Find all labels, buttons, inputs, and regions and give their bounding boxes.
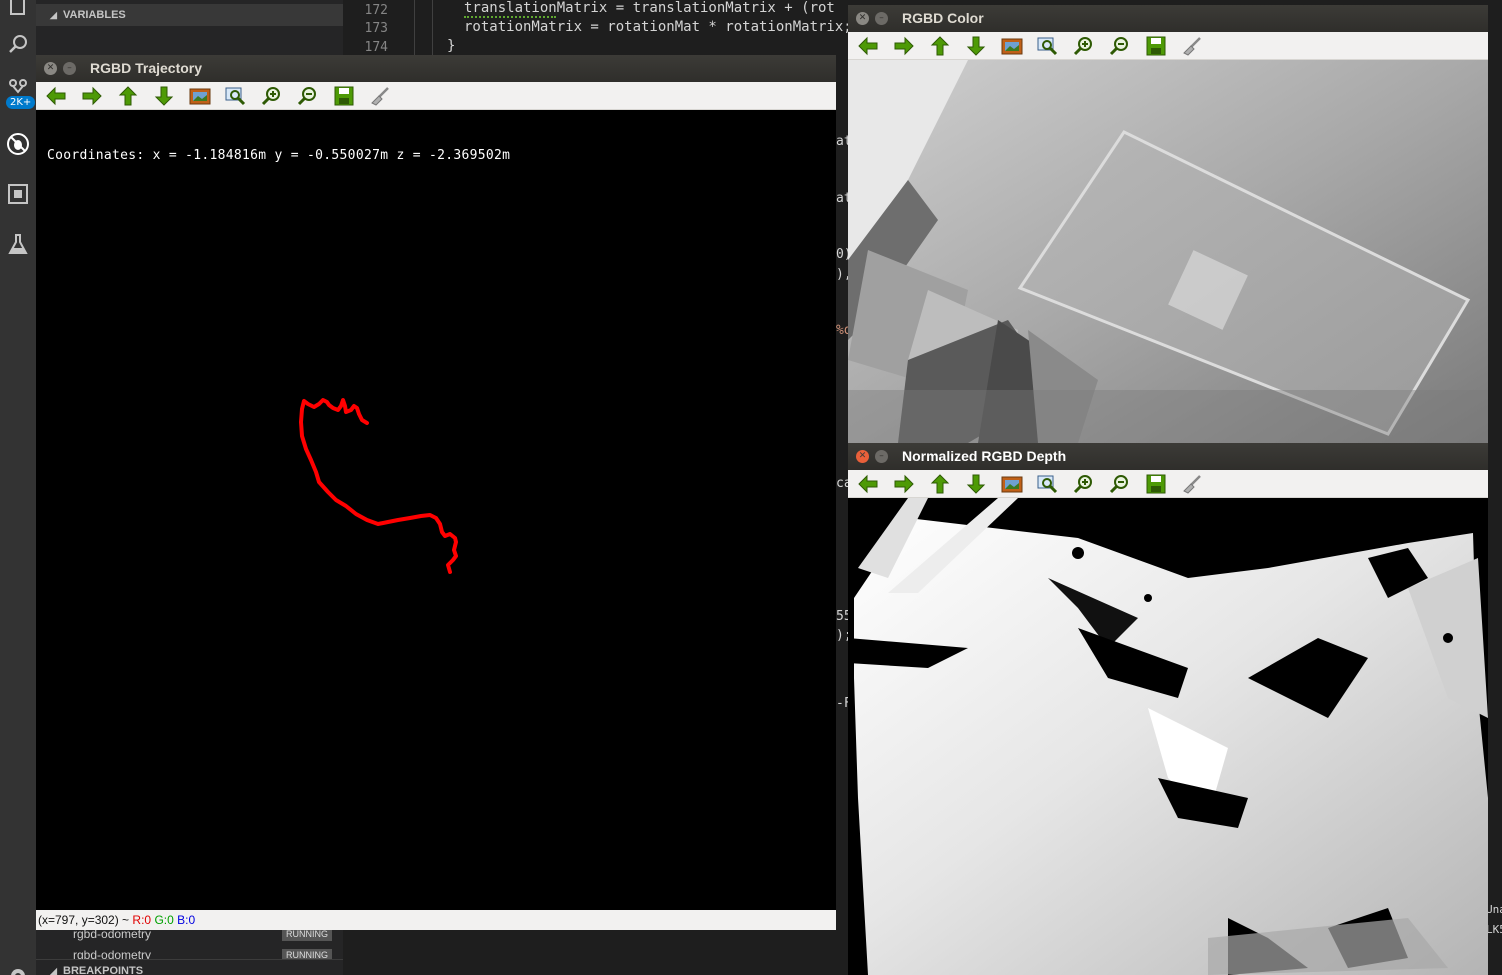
- indent-guide: [432, 0, 433, 58]
- cursor-position: (x=797, y=302) ~: [38, 913, 133, 927]
- activity-bar: 2K+: [0, 0, 36, 975]
- code-fragment: LK5: [1486, 923, 1502, 936]
- window-titlebar[interactable]: ✕ – Normalized RGBD Depth: [848, 443, 1488, 470]
- arrow-right-icon[interactable]: [892, 35, 916, 57]
- image-icon[interactable]: [188, 85, 212, 107]
- close-icon[interactable]: ✕: [44, 62, 57, 75]
- zoom-in-icon[interactable]: [1072, 35, 1096, 57]
- arrow-left-icon[interactable]: [856, 473, 880, 495]
- arrow-up-icon[interactable]: [116, 85, 140, 107]
- arrow-left-icon[interactable]: [44, 85, 68, 107]
- properties-brush-icon[interactable]: [368, 85, 392, 107]
- line-number: 173: [364, 21, 388, 36]
- window-title: RGBD Trajectory: [90, 60, 203, 76]
- zoom-fit-icon[interactable]: [224, 85, 248, 107]
- window-titlebar[interactable]: ✕ – RGBD Color: [848, 5, 1488, 32]
- close-icon[interactable]: ✕: [856, 450, 869, 463]
- zoom-out-icon[interactable]: [1108, 473, 1132, 495]
- variables-section-header[interactable]: ◢ VARIABLES: [36, 4, 343, 26]
- properties-brush-icon[interactable]: [1180, 35, 1204, 57]
- zoom-fit-icon[interactable]: [1036, 35, 1060, 57]
- zoom-fit-icon[interactable]: [1036, 473, 1060, 495]
- camera-grayscale-image: [848, 60, 1488, 443]
- window-toolbar: [36, 82, 836, 110]
- code-line[interactable]: }: [447, 38, 455, 54]
- arrow-right-icon[interactable]: [892, 473, 916, 495]
- code-fragment: Una: [1486, 903, 1502, 916]
- zoom-in-icon[interactable]: [1072, 473, 1096, 495]
- indent-guide: [414, 0, 415, 58]
- window-titlebar[interactable]: ✕ – RGBD Trajectory: [36, 55, 836, 82]
- breakpoints-section-header[interactable]: ◢ BREAKPOINTS: [36, 959, 343, 975]
- save-icon[interactable]: [1144, 473, 1168, 495]
- trajectory-canvas[interactable]: Coordinates: x = -1.184816m y = -0.55002…: [36, 110, 836, 910]
- breakpoints-label: BREAKPOINTS: [63, 965, 144, 975]
- collapse-triangle-icon: ◢: [50, 10, 57, 20]
- debug-icon[interactable]: [4, 130, 32, 158]
- zoom-out-icon[interactable]: [296, 85, 320, 107]
- close-icon[interactable]: ✕: [856, 12, 869, 25]
- window-toolbar: [848, 470, 1488, 498]
- green-value: G:0: [154, 913, 174, 927]
- zoom-in-icon[interactable]: [260, 85, 284, 107]
- code-line[interactable]: rotationMatrix = rotationMat * rotationM…: [464, 19, 852, 35]
- line-number: 172: [364, 3, 388, 18]
- minimize-icon[interactable]: –: [63, 62, 76, 75]
- depth-window[interactable]: ✕ – Normalized RGBD Depth: [848, 443, 1488, 975]
- warning-squiggle: [464, 16, 556, 18]
- arrow-up-icon[interactable]: [928, 473, 952, 495]
- collapse-triangle-icon: ◢: [50, 966, 57, 975]
- blue-value: B:0: [177, 913, 196, 927]
- depth-image[interactable]: [848, 498, 1488, 975]
- trajectory-line: [299, 398, 458, 574]
- save-icon[interactable]: [332, 85, 356, 107]
- explorer-icon[interactable]: [4, 0, 32, 20]
- window-title: Normalized RGBD Depth: [902, 448, 1067, 464]
- variables-label: VARIABLES: [63, 9, 126, 21]
- minimize-icon[interactable]: –: [875, 12, 888, 25]
- arrow-right-icon[interactable]: [80, 85, 104, 107]
- arrow-left-icon[interactable]: [856, 35, 880, 57]
- code-line[interactable]: translationMatrix = translationMatrix + …: [464, 0, 835, 16]
- arrow-down-icon[interactable]: [964, 35, 988, 57]
- color-window[interactable]: ✕ – RGBD Color: [848, 5, 1488, 443]
- color-image[interactable]: [848, 60, 1488, 443]
- arrow-up-icon[interactable]: [928, 35, 952, 57]
- line-number: 174: [364, 40, 388, 55]
- image-icon[interactable]: [1000, 473, 1024, 495]
- window-title: RGBD Color: [902, 10, 984, 26]
- depth-map-image: [848, 498, 1488, 975]
- properties-brush-icon[interactable]: [1180, 473, 1204, 495]
- trajectory-window[interactable]: ✕ – RGBD Trajectory Coordinates: x = -1.…: [36, 55, 836, 930]
- source-control-badge: 2K+: [6, 96, 36, 109]
- search-icon[interactable]: [4, 30, 32, 58]
- red-value: R:0: [132, 913, 152, 927]
- arrow-down-icon[interactable]: [152, 85, 176, 107]
- arrow-down-icon[interactable]: [964, 473, 988, 495]
- pixel-status-bar: (x=797, y=302) ~ R:0 G:0 B:0: [36, 910, 836, 930]
- flask-icon[interactable]: [4, 230, 32, 258]
- minimize-icon[interactable]: –: [875, 450, 888, 463]
- trajectory-path: [299, 398, 458, 574]
- extensions-icon[interactable]: [4, 180, 32, 208]
- window-toolbar: [848, 32, 1488, 60]
- zoom-out-icon[interactable]: [1108, 35, 1132, 57]
- desktop: 2K+ ◢ VARIABLES rgbd-odometry RUNNING rgb…: [0, 0, 1502, 975]
- image-icon[interactable]: [1000, 35, 1024, 57]
- settings-gear-icon[interactable]: [4, 962, 32, 975]
- save-icon[interactable]: [1144, 35, 1168, 57]
